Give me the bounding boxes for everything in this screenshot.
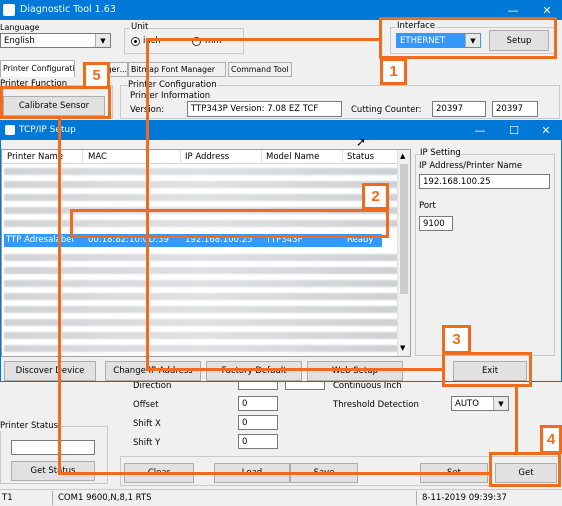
status-bar-left: T1 [2, 493, 13, 503]
printer-information-label: Printer Information [130, 91, 211, 101]
list-item[interactable] [4, 316, 398, 329]
highlight-selected-row-box [70, 209, 389, 238]
dialog-icon [5, 125, 15, 135]
highlight-get-box [489, 452, 561, 487]
mouse-cursor-icon: ➚ [356, 135, 367, 149]
column-mac[interactable]: MAC [88, 152, 107, 162]
language-value: English [4, 35, 35, 46]
list-item[interactable] [4, 178, 398, 191]
list-item[interactable] [4, 251, 398, 264]
discover-device-button[interactable]: Discover Device [4, 361, 96, 381]
tab-bitmap-font-manager[interactable]: Bitmap Font Manager [128, 62, 226, 77]
minimize-icon[interactable]: — [465, 121, 495, 140]
change-ip-address-button[interactable]: Change IP Address [105, 361, 201, 381]
printer-status-field [11, 440, 95, 455]
highlight-calibrate-box [0, 86, 111, 119]
callout-4: 4 [540, 425, 562, 454]
close-icon[interactable]: ✕ [531, 121, 561, 140]
list-item[interactable] [4, 342, 398, 355]
highlight-interface-box [379, 17, 557, 59]
device-list-header: Printer Name MAC IP Address Model Name S… [2, 150, 402, 164]
status-bar: T1 COM1 9600,N,8,1 RTS 8-11-2019 09:39:3… [0, 489, 562, 506]
column-printer-name[interactable]: Printer Name [7, 152, 63, 162]
maximize-icon[interactable]: ☐ [499, 121, 529, 140]
callout-3: 3 [442, 325, 471, 354]
continuous-inch-label: Continuous Inch [333, 381, 402, 391]
port-input[interactable]: 9100 [419, 216, 453, 231]
status-bar-datetime: 8-11-2019 09:39:37 [422, 493, 507, 503]
shift-x-field[interactable]: 0 [238, 415, 278, 430]
offset-label: Offset [133, 400, 159, 410]
connector-line [515, 386, 518, 453]
device-list-scrollbar[interactable]: ▲ ▼ [397, 150, 410, 356]
highlight-exit-box [442, 352, 532, 387]
list-item[interactable] [4, 277, 398, 290]
ip-address-input[interactable]: 192.168.100.25 [419, 174, 550, 189]
factory-default-button[interactable]: Factory Default [206, 361, 302, 381]
column-status[interactable]: Status [347, 152, 374, 162]
tab-strip: Printer Configuration ...anager Bitmap F… [0, 60, 300, 77]
chevron-down-icon: ▼ [493, 397, 508, 410]
direction-label: Direction [133, 381, 172, 391]
unit-label: Unit [130, 22, 150, 32]
list-item[interactable] [4, 290, 398, 303]
web-setup-button[interactable]: Web Setup [307, 361, 403, 381]
list-item[interactable] [4, 191, 398, 204]
list-item[interactable] [4, 165, 398, 178]
threshold-value: AUTO [455, 398, 479, 409]
offset-field[interactable]: 0 [238, 396, 278, 411]
main-window-title: Diagnostic Tool 1.63 [20, 4, 116, 15]
cutting-counter-field-2: 20397 [492, 101, 538, 117]
unit-inch-radio[interactable] [131, 37, 140, 46]
cutting-counter-field-1: 20397 [432, 101, 486, 117]
app-icon [3, 4, 15, 16]
status-bar-port: COM1 9600,N,8,1 RTS [58, 493, 152, 503]
tab-command-tool[interactable]: Command Tool [228, 62, 292, 77]
language-label: Language [0, 23, 40, 32]
printer-configuration-label: Printer Configuration [128, 80, 217, 90]
printer-status-label: Printer Status [0, 421, 59, 431]
tcpip-dialog: TCP/IP Setup — ☐ ✕ ➚ Printer Name MAC IP… [0, 120, 562, 382]
shift-x-label: Shift X [133, 419, 161, 429]
connector-line [58, 472, 490, 475]
column-model-name[interactable]: Model Name [266, 152, 319, 162]
callout-5: 5 [83, 62, 110, 89]
column-ip-address[interactable]: IP Address [185, 152, 229, 162]
tab-printer-configuration[interactable]: Printer Configuration [0, 60, 75, 77]
chevron-down-icon: ▼ [95, 34, 110, 47]
list-item[interactable] [4, 329, 398, 342]
version-field: TTP343P Version: 7.08 EZ TCF [187, 101, 342, 117]
get-status-button[interactable]: Get Status [11, 461, 95, 481]
callout-1: 1 [380, 58, 407, 85]
scroll-down-icon[interactable]: ▼ [400, 344, 405, 352]
threshold-select[interactable]: AUTO ▼ [451, 396, 509, 411]
list-item[interactable] [4, 264, 398, 277]
tcpip-dialog-title: TCP/IP Setup [19, 125, 76, 135]
ip-address-label: IP Address/Printer Name [419, 161, 523, 171]
port-label: Port [419, 201, 436, 211]
scroll-thumb[interactable] [400, 164, 408, 294]
scroll-up-icon[interactable]: ▲ [400, 152, 405, 160]
shift-y-field[interactable]: 0 [238, 434, 278, 449]
language-select[interactable]: English ▼ [0, 33, 111, 48]
list-item[interactable] [4, 303, 398, 316]
device-list[interactable]: Printer Name MAC IP Address Model Name S… [1, 149, 411, 357]
device-rows: TTP Adresalabel 00:18:82:10:CD:39 192.16… [2, 165, 398, 355]
connector-line [146, 39, 149, 370]
connector-line [146, 38, 380, 41]
connector-line [58, 119, 61, 474]
callout-2: 2 [362, 183, 389, 210]
threshold-detection-label: Threshold Detection [333, 400, 419, 410]
cutting-counter-label: Cutting Counter: [351, 105, 422, 115]
ip-setting-label: IP Setting [420, 148, 461, 158]
tcpip-title-bar[interactable]: TCP/IP Setup — ☐ ✕ [1, 121, 561, 140]
shift-y-label: Shift Y [133, 438, 161, 448]
connector-line [146, 368, 444, 371]
